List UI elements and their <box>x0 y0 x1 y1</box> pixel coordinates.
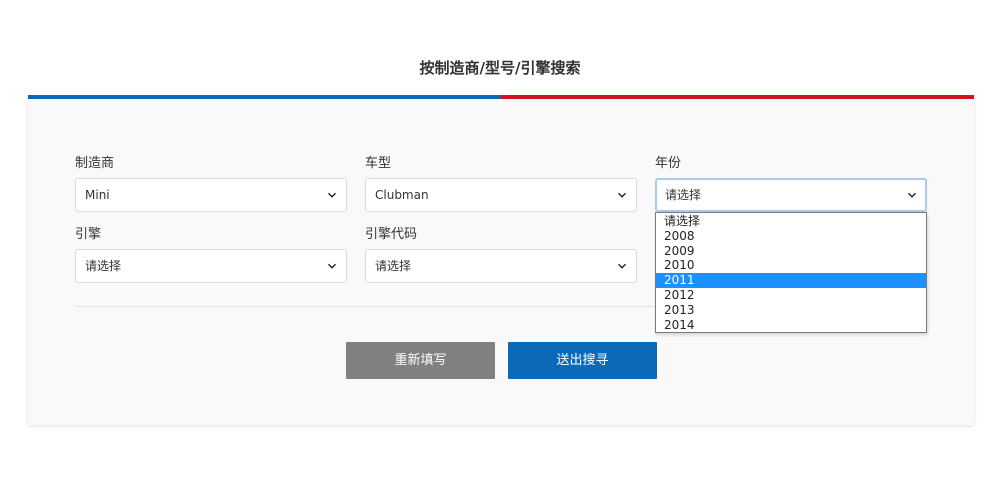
page-title: 按制造商/型号/引擎搜索 <box>419 59 581 77</box>
reset-button[interactable]: 重新填写 <box>346 342 495 379</box>
model-select[interactable]: Clubman <box>365 178 637 212</box>
year-option[interactable]: 2011 <box>656 273 926 288</box>
engine-label: 引擎 <box>75 227 102 242</box>
engine-code-label: 引擎代码 <box>365 227 418 242</box>
year-option[interactable]: 2010 <box>656 258 926 273</box>
chevron-down-icon <box>328 192 336 198</box>
engine-code-select[interactable]: 请选择 <box>365 249 637 283</box>
model-select-value: Clubman <box>375 188 429 202</box>
engine-select[interactable]: 请选择 <box>75 249 347 283</box>
year-label: 年份 <box>655 156 682 171</box>
manufacturer-select-value: Mini <box>85 188 110 202</box>
year-option[interactable]: 请选择 <box>656 214 926 229</box>
chevron-down-icon <box>618 192 626 198</box>
manufacturer-label: 制造商 <box>75 156 115 171</box>
chevron-down-icon <box>328 263 336 269</box>
year-option[interactable]: 2012 <box>656 288 926 303</box>
year-dropdown-list: 请选择 2008 2009 2010 2011 2012 2013 2014 <box>655 212 927 333</box>
search-page: 按制造商/型号/引擎搜索 制造商 车型 年份 Mini Clubman 请选择 … <box>0 0 1000 500</box>
year-option[interactable]: 2014 <box>656 318 926 333</box>
model-label: 车型 <box>365 156 392 171</box>
manufacturer-select[interactable]: Mini <box>75 178 347 212</box>
year-option[interactable]: 2013 <box>656 303 926 318</box>
year-option[interactable]: 2008 <box>656 229 926 244</box>
year-option[interactable]: 2009 <box>656 244 926 259</box>
engine-code-select-value: 请选择 <box>375 259 412 273</box>
engine-select-value: 请选择 <box>85 259 122 273</box>
chevron-down-icon <box>908 192 916 198</box>
year-select[interactable]: 请选择 <box>655 178 927 212</box>
year-select-value: 请选择 <box>665 188 702 202</box>
chevron-down-icon <box>618 263 626 269</box>
submit-search-button[interactable]: 送出搜寻 <box>508 342 657 379</box>
